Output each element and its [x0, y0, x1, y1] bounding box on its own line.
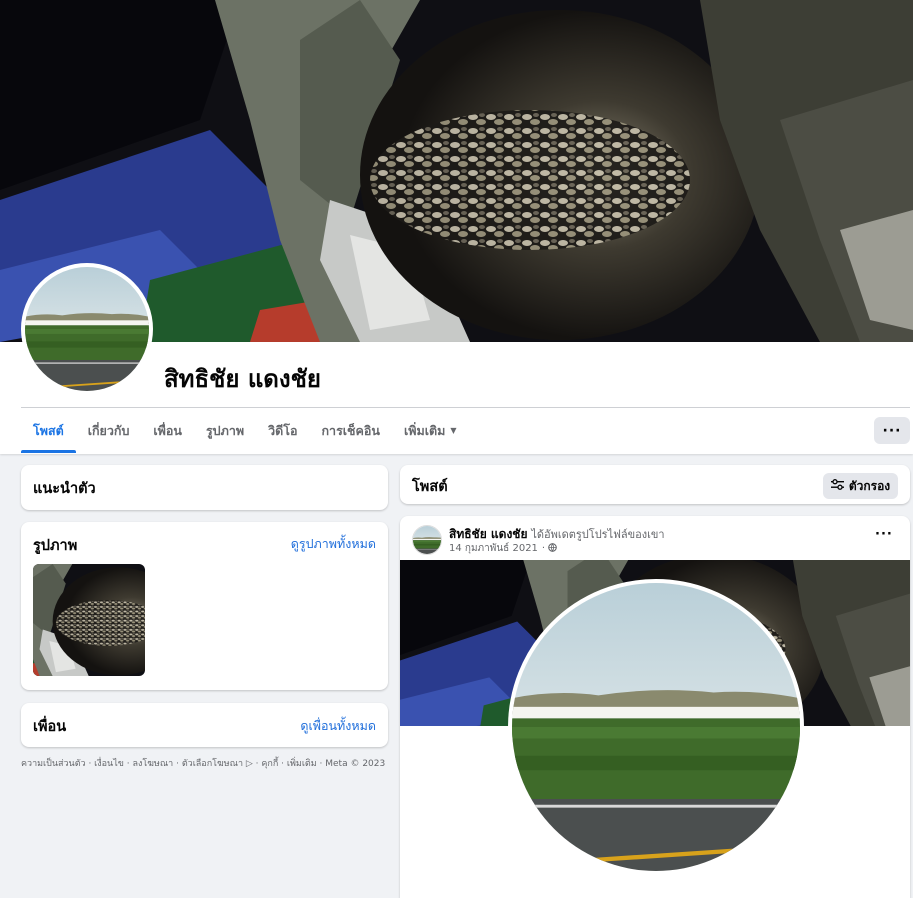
- tab-more[interactable]: เพิ่มเติม ▼: [392, 408, 469, 453]
- intro-card: แนะนำตัว: [21, 465, 388, 510]
- friends-card: เพื่อน ดูเพื่อนทั้งหมด: [21, 703, 388, 747]
- post-timestamp[interactable]: 14 กุมภาพันธ์ 2021: [449, 541, 538, 556]
- post-author-avatar[interactable]: [412, 525, 442, 555]
- photos-card: รูปภาพ ดูรูปภาพทั้งหมด: [21, 522, 388, 690]
- post-meta: 14 กุมภาพันธ์ 2021 ·: [449, 541, 558, 556]
- see-all-photos-link[interactable]: ดูรูปภาพทั้งหมด: [291, 534, 376, 554]
- profile-name: สิทธิชัย แดงชัย: [164, 365, 321, 393]
- tab-videos[interactable]: วิดีโอ: [256, 408, 309, 453]
- friends-title: เพื่อน: [33, 719, 67, 735]
- post-author-name[interactable]: สิทธิชัย แดงชัย: [449, 527, 527, 541]
- intro-title: แนะนำตัว: [33, 481, 96, 497]
- footer-links[interactable]: ความเป็นส่วนตัว · เงื่อนไข · ลงโฆษณา · ต…: [21, 757, 391, 771]
- globe-icon: ·: [542, 543, 558, 554]
- sliders-icon: [830, 479, 844, 493]
- filter-label: ตัวกรอง: [848, 478, 891, 493]
- tab-check-ins[interactable]: การเช็คอิน: [309, 408, 391, 453]
- post-card: สิทธิชัย แดงชัย ได้อัพเดตรูปโปรไฟล์ของเข…: [400, 516, 910, 898]
- post-action: ได้อัพเดตรูปโปรไฟล์ของเขา: [531, 528, 665, 541]
- posts-header-card: โพสต์ ตัวกรอง: [400, 465, 910, 504]
- photos-title: รูปภาพ: [33, 538, 78, 554]
- more-options-button[interactable]: ···: [874, 417, 910, 444]
- tab-about[interactable]: เกี่ยวกับ: [76, 408, 142, 453]
- posts-title: โพสต์: [412, 479, 448, 495]
- post-profile-picture[interactable]: [508, 579, 804, 875]
- post-menu-button[interactable]: ···: [875, 527, 893, 542]
- tab-photos[interactable]: รูปภาพ: [194, 408, 256, 453]
- tab-friends[interactable]: เพื่อน: [141, 408, 194, 453]
- tab-posts[interactable]: โพสต์: [21, 408, 76, 453]
- photo-thumbnail[interactable]: [33, 564, 145, 676]
- profile-tabs: โพสต์ เกี่ยวกับ เพื่อน รูปภาพ วิดีโอ การ…: [21, 408, 469, 453]
- filter-button[interactable]: ตัวกรอง: [823, 473, 898, 499]
- see-all-friends-link[interactable]: ดูเพื่อนทั้งหมด: [300, 716, 376, 736]
- profile-avatar[interactable]: [21, 263, 153, 395]
- chevron-down-icon: ▼: [450, 426, 457, 435]
